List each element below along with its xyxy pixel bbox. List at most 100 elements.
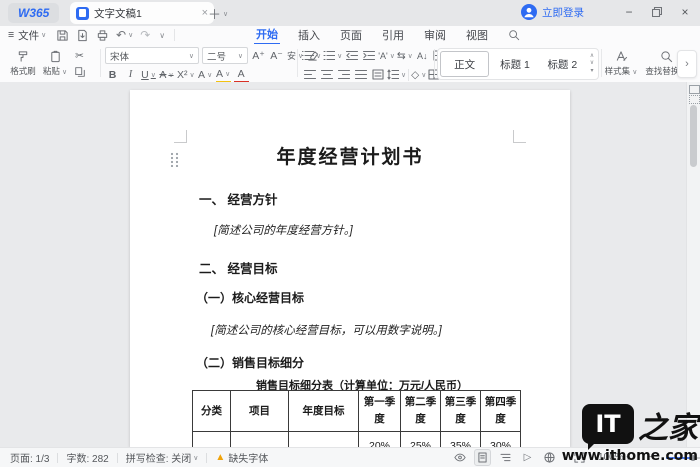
missing-font-warning[interactable]: ▲ 缺失字体: [215, 450, 268, 465]
outline-view-icon[interactable]: [498, 450, 513, 465]
increase-indent-button[interactable]: [361, 48, 376, 63]
print-button[interactable]: [96, 29, 109, 42]
scrollbar-thumb[interactable]: [690, 105, 697, 167]
align-center-button[interactable]: [319, 67, 334, 82]
table-cell[interactable]: [193, 432, 231, 448]
ruler-toggle-icon[interactable]: [689, 85, 700, 94]
tab-home[interactable]: 开始: [254, 26, 280, 45]
word-count[interactable]: 字数: 282: [66, 450, 108, 465]
table-cell[interactable]: 30%: [481, 432, 521, 448]
tab-insert[interactable]: 插入: [296, 27, 322, 44]
decrease-indent-button[interactable]: [344, 48, 359, 63]
paste-icon: [49, 50, 62, 63]
tab-page[interactable]: 页面: [338, 27, 364, 44]
minimize-button[interactable]: −: [622, 5, 636, 19]
ithome-watermark: IT 之家 www.ithome.com: [562, 404, 698, 464]
format-painter-button[interactable]: 格式刷: [8, 46, 38, 80]
bold-button[interactable]: B: [105, 67, 120, 82]
copy-button[interactable]: [74, 66, 86, 78]
numbered-list-button[interactable]: ∨: [323, 48, 342, 63]
style-heading2[interactable]: 标题 2: [539, 49, 586, 79]
distribute-button[interactable]: [370, 67, 385, 82]
font-size-select[interactable]: 二号∨: [202, 47, 248, 64]
document-page[interactable]: 年度经营计划书 一、 经营方针 [简述公司的年度经营方针。] 二、 经营目标 （…: [130, 90, 570, 447]
subsection-heading-2: （二）销售目标细分: [196, 354, 304, 371]
ribbon-tabs: 开始 插入 页面 引用 审阅 视图: [254, 26, 522, 44]
table-cell[interactable]: 35%: [441, 432, 481, 448]
app-logo[interactable]: W365: [8, 3, 59, 23]
phonetic-guide-button[interactable]: 安∨: [287, 48, 303, 63]
restore-button[interactable]: [652, 7, 662, 17]
styles-gallery: 正文 标题 1 标题 2 ∧∨▾: [437, 48, 599, 80]
table-header-row: 分类 项目 年度目标 第一季度 第二季度 第三季度 第四季度: [193, 391, 521, 432]
tab-review[interactable]: 审阅: [422, 27, 448, 44]
table-cell[interactable]: 20%: [359, 432, 401, 448]
subsection-heading-1: （一）核心经营目标: [196, 289, 304, 306]
align-left-button[interactable]: [302, 67, 317, 82]
paste-button[interactable]: 粘贴∨: [40, 46, 70, 80]
login-button[interactable]: 立即登录: [521, 4, 584, 20]
increase-font-button[interactable]: A⁺: [251, 48, 266, 63]
save-button[interactable]: [56, 29, 69, 42]
table-header: 分类: [193, 391, 231, 432]
style-body[interactable]: 正文: [440, 51, 489, 77]
placeholder-text-2: [简述公司的核心经营目标，可以用数字说明。]: [211, 322, 442, 338]
vertical-scrollbar[interactable]: [686, 82, 700, 447]
quickbar-more-icon[interactable]: ∨: [157, 31, 165, 40]
style-heading1[interactable]: 标题 1: [491, 49, 538, 79]
justify-button[interactable]: [353, 67, 368, 82]
document-tab[interactable]: 文字文稿1 ×: [70, 2, 214, 24]
page-view-icon[interactable]: [474, 449, 491, 466]
undo-button[interactable]: ↶∨: [116, 28, 133, 42]
sales-target-table[interactable]: 分类 项目 年度目标 第一季度 第二季度 第三季度 第四季度 20% 25% 3…: [192, 390, 521, 447]
ribbon: 格式刷 粘贴∨ ✂ 宋体∨ 二号∨ A⁺ A⁻: [0, 44, 700, 83]
new-tab-button[interactable]: ＋∨: [208, 4, 228, 23]
document-canvas[interactable]: 年度经营计划书 一、 经营方针 [简述公司的年度经营方针。] 二、 经营目标 （…: [0, 82, 700, 447]
table-cell[interactable]: [289, 432, 359, 448]
title-bar: W365 文字文稿1 × ＋∨ 立即登录 − ×: [0, 0, 700, 27]
line-spacing-button[interactable]: ∨: [387, 67, 406, 82]
ithome-url: www.ithome.com: [562, 448, 698, 464]
warning-icon: ▲: [215, 452, 225, 463]
text-direction-button[interactable]: ⇆∨: [397, 48, 413, 63]
font-color-button[interactable]: A: [234, 66, 249, 83]
split-view-icon[interactable]: [689, 95, 700, 104]
tab-view[interactable]: 视图: [464, 27, 490, 44]
bullet-list-button[interactable]: ∨: [302, 48, 321, 63]
style-set-icon: [614, 50, 628, 63]
decrease-font-button[interactable]: A⁻: [269, 48, 284, 63]
table-cell[interactable]: [231, 432, 289, 448]
close-window-button[interactable]: ×: [678, 5, 692, 19]
web-layout-icon[interactable]: [542, 450, 557, 465]
font-family-select[interactable]: 宋体∨: [105, 47, 199, 64]
shading-button[interactable]: ◇∨: [411, 67, 426, 82]
table-cell[interactable]: 25%: [401, 432, 441, 448]
highlight-color-button[interactable]: A∨: [216, 66, 231, 83]
menu-row: ≡ 文件∨ ↶∨ ↷ ∨ 开始 插入 页面 引用 审阅 视图: [0, 26, 700, 44]
underline-button[interactable]: U∨: [141, 67, 156, 82]
ribbon-search-icon[interactable]: [506, 27, 522, 44]
avatar-icon: [521, 4, 537, 20]
sort-button[interactable]: A↓: [415, 48, 430, 63]
cut-button[interactable]: ✂: [72, 48, 87, 63]
tab-reference[interactable]: 引用: [380, 27, 406, 44]
export-pdf-button[interactable]: [76, 29, 89, 42]
text-effects-button[interactable]: A∨: [198, 67, 213, 82]
table-header: 年度目标: [289, 391, 359, 432]
character-scale-button[interactable]: 'A'∨: [378, 48, 395, 63]
file-menu[interactable]: ≡ 文件∨: [8, 26, 46, 44]
ribbon-expand-button[interactable]: ›: [677, 50, 697, 78]
strikethrough-button[interactable]: A∨: [159, 67, 174, 82]
italic-button[interactable]: I: [123, 67, 138, 82]
spellcheck-status[interactable]: 拼写检查: 关闭∨: [126, 450, 199, 465]
styles-scroll-arrows[interactable]: ∧∨▾: [586, 49, 598, 79]
align-right-button[interactable]: [336, 67, 351, 82]
redo-button[interactable]: ↷: [140, 28, 150, 42]
ithome-logo-icon: IT: [582, 404, 634, 444]
table-header: 第二季度: [401, 391, 441, 432]
format-painter-icon: [16, 50, 30, 63]
read-mode-icon[interactable]: [452, 450, 467, 465]
superscript-button[interactable]: X²∨: [177, 67, 195, 82]
play-presentation-icon[interactable]: ▷: [520, 450, 535, 465]
style-set-button[interactable]: 样式集∨: [604, 46, 638, 80]
